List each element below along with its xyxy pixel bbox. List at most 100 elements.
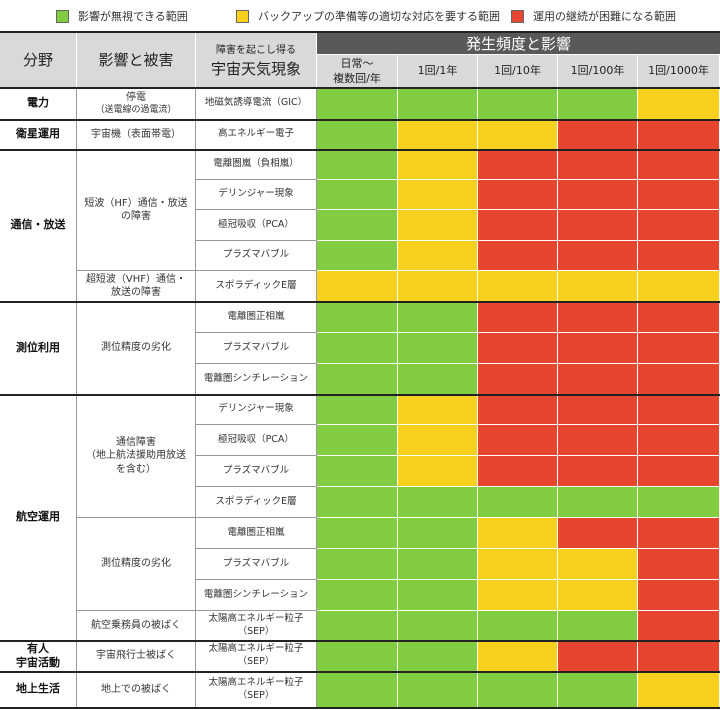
header-frequency-col: 1回/10年 [478, 55, 558, 88]
impact-cell: 停電 （送電線の過電流） [77, 88, 196, 120]
impact-level-cell [398, 456, 478, 487]
field-label: 測位利用 [16, 340, 60, 354]
impact-level-cell [638, 364, 720, 395]
phenomenon-cell: プラズマバブル [196, 456, 317, 487]
field-cell: 有人 宇宙活動 [0, 641, 77, 672]
header-frequency-title: 発生頻度と影響 [317, 32, 720, 55]
impact-level-cell [398, 425, 478, 456]
impact-level-cell [317, 456, 398, 487]
impact-level-cell [317, 210, 398, 241]
phenomenon-cell: プラズマバブル [196, 333, 317, 364]
impact-level-cell [558, 518, 638, 549]
impact-cell: 航空乗務員の被ばく [77, 611, 196, 641]
phenomenon-label: 高エネルギー電子 [217, 128, 294, 140]
impact-level-cell [478, 364, 558, 395]
impact-level-cell [317, 487, 398, 518]
impact-level-cell [478, 120, 558, 150]
field-cell: 地上生活 [0, 672, 77, 708]
impact-level-cell [478, 456, 558, 487]
table-bottom-rule [0, 707, 720, 709]
impact-level-cell [478, 302, 558, 333]
field-label: 通信・放送 [10, 218, 66, 232]
impact-cell: 超短波（VHF）通信・ 放送の障害 [77, 271, 196, 302]
impact-level-cell [558, 456, 638, 487]
field-label: 衛星運用 [16, 127, 60, 141]
impact-label: 航空乗務員の被ばく [91, 619, 181, 631]
phenomenon-label: 電離圏正相嵐 [227, 526, 285, 538]
header-frequency-title-label: 発生頻度と影響 [465, 34, 571, 53]
impact-level-cell [558, 549, 638, 580]
impact-label: 超短波（VHF）通信・ 放送の障害 [85, 273, 187, 299]
field-divider [0, 640, 720, 642]
impact-level-cell [638, 518, 720, 549]
impact-level-cell [317, 425, 398, 456]
impact-level-cell [558, 180, 638, 210]
phenomenon-cell: 高エネルギー電子 [196, 120, 317, 150]
impact-level-cell [398, 271, 478, 302]
impact-level-cell [558, 271, 638, 302]
field-cell: 電力 [0, 88, 77, 120]
impact-level-cell [558, 333, 638, 364]
impact-cell: 測位精度の劣化 [77, 302, 196, 395]
impact-level-cell [398, 150, 478, 180]
impact-level-cell [478, 425, 558, 456]
impact-cell: 宇宙飛行士被ばく [77, 641, 196, 672]
phenomenon-label: デリンジャー現象 [218, 188, 294, 200]
impact-level-cell [317, 611, 398, 641]
phenomenon-label: 電離圏シンチレーション [203, 588, 309, 600]
phenomenon-cell: 太陽高エネルギー粒子 （SEP） [196, 672, 317, 708]
impact-level-cell [317, 518, 398, 549]
phenomenon-label: スポラディックE層 [215, 495, 297, 507]
impact-level-cell [317, 271, 398, 302]
field-label: 有人 宇宙活動 [16, 641, 60, 669]
impact-level-cell [478, 271, 558, 302]
field-divider [0, 671, 720, 673]
impact-level-cell [478, 241, 558, 271]
impact-level-cell [317, 302, 398, 333]
impact-level-cell [638, 580, 720, 611]
impact-level-cell [558, 641, 638, 672]
impact-level-cell [398, 518, 478, 549]
impact-level-cell [638, 180, 720, 210]
phenomenon-label: 太陽高エネルギー粒子 （SEP） [208, 643, 304, 667]
phenomenon-label: 極冠吸収（PCA） [218, 433, 294, 445]
phenomenon-label: プラズマバブル [222, 557, 290, 569]
impact-level-cell [478, 210, 558, 241]
header-frequency-label: 1回/1年 [417, 64, 458, 78]
impact-level-cell [638, 150, 720, 180]
impact-level-cell [398, 88, 478, 120]
impact-level-cell [558, 611, 638, 641]
impact-level-cell [398, 241, 478, 271]
phenomenon-cell: スポラディックE層 [196, 271, 317, 302]
impact-level-cell [398, 333, 478, 364]
impact-level-cell [638, 395, 720, 425]
impact-level-cell [638, 302, 720, 333]
impact-level-cell [558, 425, 638, 456]
impact-cell: 通信障害 （地上航法援助用放送 を含む） [77, 395, 196, 518]
impact-level-cell [558, 395, 638, 425]
impact-level-cell [317, 180, 398, 210]
field-label: 地上生活 [16, 682, 60, 696]
impact-level-cell [398, 487, 478, 518]
impact-level-cell [398, 210, 478, 241]
impact-level-cell [317, 120, 398, 150]
field-cell: 測位利用 [0, 302, 77, 395]
impact-level-cell [398, 302, 478, 333]
header-bottom-rule [0, 87, 720, 89]
header-frequency-col: 1回/1000年 [638, 55, 720, 88]
phenomenon-label: 極冠吸収（PCA） [218, 218, 294, 230]
impact-level-cell [317, 364, 398, 395]
impact-level-cell [317, 241, 398, 271]
header-frequency-label: 1回/1000年 [648, 64, 709, 78]
impact-level-cell [638, 641, 720, 672]
phenomenon-label: 太陽高エネルギー粒子 （SEP） [208, 612, 304, 637]
impact-level-cell [478, 88, 558, 120]
impact-level-cell [317, 641, 398, 672]
impact-level-cell [478, 487, 558, 518]
impact-label: 測位精度の劣化 [101, 342, 171, 354]
impact-level-cell [638, 271, 720, 302]
phenomenon-label: プラズマバブル [222, 249, 290, 261]
field-cell: 航空運用 [0, 395, 77, 641]
impact-level-cell [317, 333, 398, 364]
space-weather-impact-table: 分野 影響と被害 障害を起こし得る 宇宙天気現象 発生頻度と影響 日常～ 複数回/年 1回/… [0, 0, 720, 710]
